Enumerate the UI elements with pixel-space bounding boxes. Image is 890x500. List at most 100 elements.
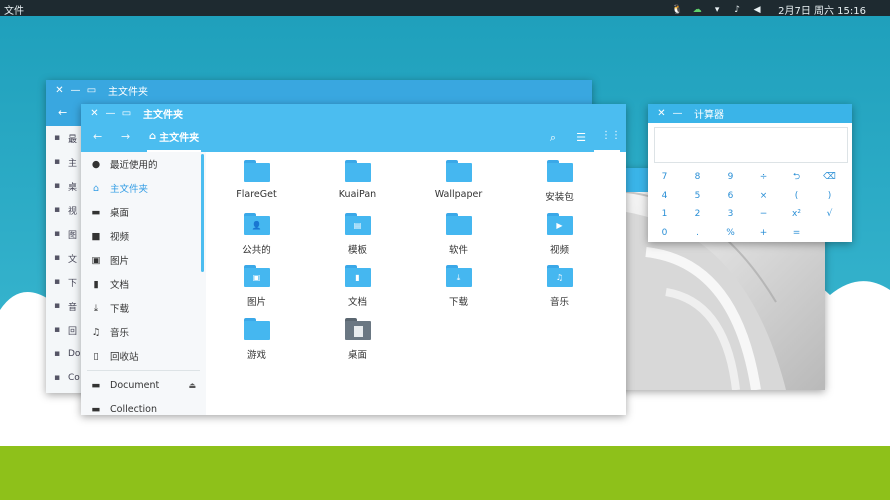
back-sidebar-label: 图	[68, 230, 78, 241]
clock-icon: ▪	[54, 133, 61, 143]
file-manager-window[interactable]: ✕ — ▭ 主文件夹 ← → ⌂ 主文件夹 ⌕ ☰ ⋮⋮ ● 最近使用的 ⌂ 主文件夹…	[81, 104, 626, 415]
sidebar-item-music[interactable]: ♫ 音乐	[81, 320, 206, 344]
back-arrow-icon[interactable]: ←	[58, 106, 67, 119]
folder-item[interactable]: ▶ 视频	[509, 211, 610, 264]
desktop-emblem-icon	[353, 325, 363, 337]
close-icon[interactable]: ✕	[90, 108, 99, 119]
search-icon[interactable]: ⌕	[550, 131, 556, 145]
tux-icon[interactable]: 🐧	[671, 5, 682, 15]
close-icon[interactable]: ✕	[55, 85, 64, 96]
folder-label: 文档	[347, 297, 367, 308]
calculator-key[interactable]: 3	[714, 205, 747, 224]
minimize-icon[interactable]: —	[673, 108, 683, 119]
calculator-key[interactable]: ⮌	[780, 168, 813, 187]
back-sidebar-item[interactable]: ▪ 最	[46, 126, 82, 150]
file-manager-titlebar[interactable]: ✕ — ▭ 主文件夹	[81, 104, 626, 123]
folder-item[interactable]: 软件	[408, 211, 509, 264]
notification-bell-icon[interactable]: ♪	[732, 5, 742, 15]
eject-icon[interactable]: ⏏	[188, 381, 196, 390]
calculator-key[interactable]: 2	[681, 205, 714, 224]
sidebar-item-collection-drive[interactable]: ▬ Collection	[81, 397, 206, 415]
calculator-key[interactable]: ÷	[747, 168, 780, 187]
close-icon[interactable]: ✕	[657, 108, 666, 119]
calculator-key[interactable]: ⌫	[813, 168, 846, 187]
back-sidebar-item[interactable]: ▪ Co	[46, 366, 82, 390]
calculator-key[interactable]: 0	[648, 224, 681, 243]
folder-item[interactable]: Wallpaper	[408, 158, 509, 211]
back-sidebar-item[interactable]: ▪ 主	[46, 150, 82, 174]
navigation-bar: ← → ⌂ 主文件夹 ⌕ ☰ ⋮⋮	[81, 123, 626, 152]
folder-item[interactable]: KuaiPan	[307, 158, 408, 211]
clock[interactable]: 2月7日 周六 15:16	[778, 2, 866, 17]
volume-icon[interactable]: ◀	[752, 5, 762, 15]
sidebar-item-documents[interactable]: ▮ 文档	[81, 272, 206, 296]
calculator-key[interactable]: .	[681, 224, 714, 243]
calculator-key[interactable]: =	[780, 224, 813, 243]
folder-item[interactable]: ▤ 模板	[307, 211, 408, 264]
back-window-titlebar[interactable]: ✕ — ▭ 主文件夹	[46, 80, 592, 100]
sidebar-item-downloads[interactable]: ⤓ 下载	[81, 296, 206, 320]
calculator-key[interactable]: 6	[714, 187, 747, 206]
minimize-icon[interactable]: —	[106, 108, 116, 119]
calculator-key[interactable]: 1	[648, 205, 681, 224]
list-view-icon[interactable]: ☰	[576, 131, 586, 144]
calculator-key[interactable]: 4	[648, 187, 681, 206]
back-sidebar-label: 主	[68, 158, 78, 169]
calculator-key[interactable]: )	[813, 187, 846, 206]
calculator-window[interactable]: ✕ — 计算器 7 8 9 ÷ ⮌ ⌫ 4 5 6 ×() 1 2 3− x² √ 0.% + =	[648, 104, 852, 242]
back-sidebar-item[interactable]: ▪ 图	[46, 222, 82, 246]
back-sidebar-item[interactable]: ▪ 桌	[46, 174, 82, 198]
back-sidebar-item[interactable]: ▪ 下	[46, 270, 82, 294]
forward-arrow-icon[interactable]: →	[121, 130, 130, 143]
sidebar-item-recent[interactable]: ● 最近使用的	[81, 152, 206, 176]
back-sidebar-item[interactable]: ▪ Do	[46, 342, 82, 366]
calculator-key[interactable]: 9	[714, 168, 747, 187]
calculator-key-row: 7 8 9 ÷ ⮌ ⌫	[648, 168, 852, 187]
calculator-key[interactable]: 7	[648, 168, 681, 187]
drive-icon: ▪	[54, 373, 61, 383]
calculator-key[interactable]: 8	[681, 168, 714, 187]
calculator-key[interactable]: (	[780, 187, 813, 206]
calculator-key[interactable]: ×	[747, 187, 780, 206]
sidebar-item-videos[interactable]: ■ 视频	[81, 224, 206, 248]
folder-item[interactable]: FlareGet	[206, 158, 307, 211]
calculator-key[interactable]: 5	[681, 187, 714, 206]
desktop-icon: ▬	[91, 206, 101, 218]
folder-item[interactable]: ⤓ 下载	[408, 263, 509, 316]
breadcrumb[interactable]: ⌂ 主文件夹	[147, 123, 202, 152]
calculator-key[interactable]: −	[747, 205, 780, 224]
maximize-icon[interactable]: ▭	[122, 108, 131, 119]
folder-item[interactable]: ▣ 图片	[206, 263, 307, 316]
clock-icon: ●	[91, 158, 101, 170]
calculator-key[interactable]: %	[714, 224, 747, 243]
folder-item[interactable]: 游戏	[206, 316, 307, 369]
calculator-titlebar[interactable]: ✕ — 计算器	[648, 104, 852, 123]
icon-view-button[interactable]: ⋮⋮	[594, 123, 621, 152]
back-sidebar-item[interactable]: ▪ 文	[46, 246, 82, 270]
folder-icon	[243, 160, 270, 182]
folder-item[interactable]: 桌面	[307, 316, 408, 369]
back-sidebar-label: 文	[68, 254, 78, 265]
back-sidebar-item[interactable]: ▪ 视	[46, 198, 82, 222]
folder-item[interactable]: ♫ 音乐	[509, 263, 610, 316]
folder-item[interactable]: ▮ 文档	[307, 263, 408, 316]
folder-item[interactable]: 👤 公共的	[206, 211, 307, 264]
back-sidebar-item[interactable]: ▪ 回	[46, 318, 82, 342]
picture-icon: ▪	[54, 229, 61, 239]
cloud-sync-icon[interactable]: ☁	[692, 5, 702, 15]
calculator-key[interactable]: +	[747, 224, 780, 243]
calculator-key[interactable]: √	[813, 205, 846, 224]
sidebar-item-desktop[interactable]: ▬ 桌面	[81, 200, 206, 224]
sidebar-item-pictures[interactable]: ▣ 图片	[81, 248, 206, 272]
minimize-icon[interactable]: —	[71, 85, 81, 96]
active-app-name[interactable]: 文件	[4, 2, 24, 17]
calculator-key[interactable]: x²	[780, 205, 813, 224]
maximize-icon[interactable]: ▭	[87, 85, 96, 96]
wifi-icon[interactable]: ▾	[712, 5, 722, 15]
back-sidebar-item[interactable]: ▪ 音	[46, 294, 82, 318]
back-arrow-icon[interactable]: ←	[93, 130, 102, 143]
sidebar-item-document-drive[interactable]: ▬ Document ⏏	[81, 373, 206, 397]
sidebar-item-home[interactable]: ⌂ 主文件夹	[81, 176, 206, 200]
sidebar-item-trash[interactable]: ▯ 回收站	[81, 344, 206, 368]
folder-item[interactable]: 安装包	[509, 158, 610, 211]
